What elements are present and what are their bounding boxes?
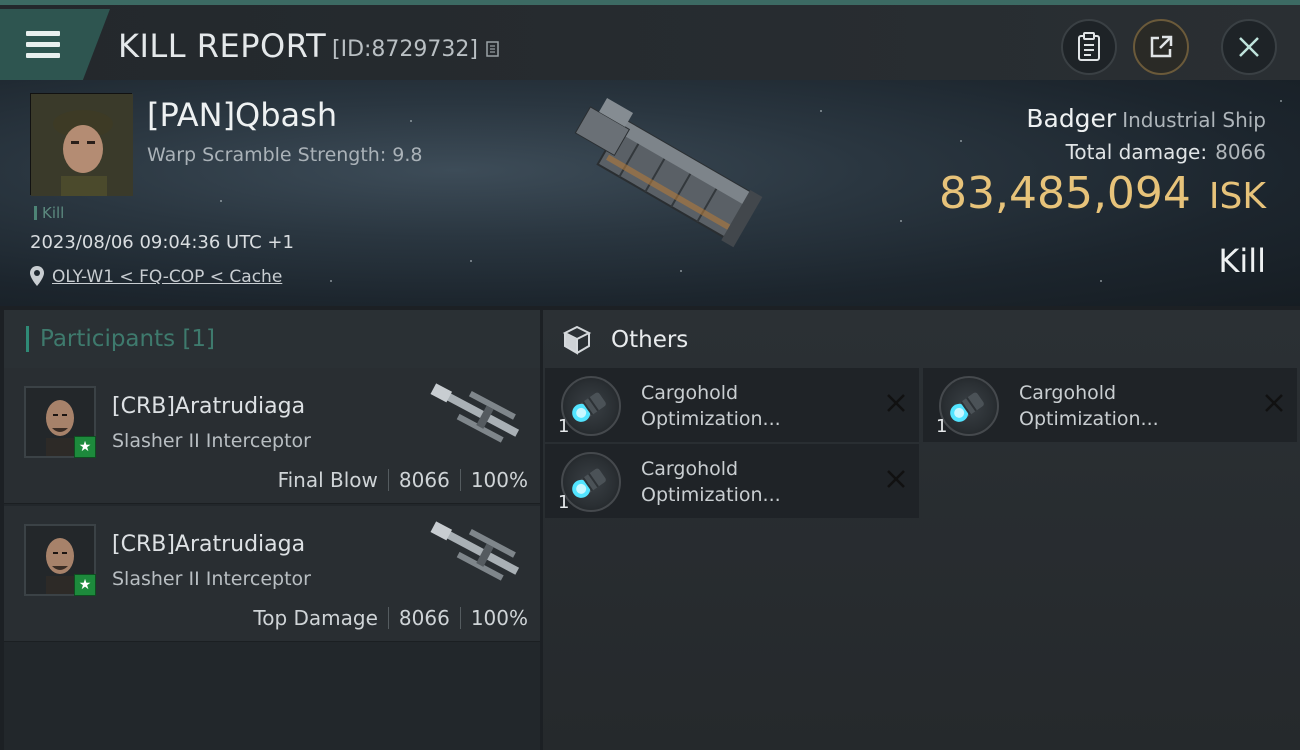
kill-timestamp: 2023/08/06 09:04:36 UTC +1 bbox=[30, 232, 294, 253]
star-icon: ★ bbox=[74, 574, 96, 596]
participant-portrait[interactable]: ★ bbox=[24, 386, 96, 458]
page-title: KILL REPORT bbox=[118, 27, 327, 65]
avatar bbox=[31, 94, 133, 196]
ship-info: Badger Industrial Ship bbox=[1026, 104, 1266, 133]
participants-header: Participants [1] bbox=[40, 326, 215, 352]
menu-button[interactable] bbox=[0, 9, 110, 81]
isk-amount: 83,485,094 bbox=[938, 168, 1191, 219]
total-damage-label: Total damage: bbox=[1065, 140, 1208, 164]
others-panel: Others 1 Cargohold Optimization... 1 Car… bbox=[543, 310, 1300, 750]
clipboard-icon bbox=[1078, 32, 1100, 61]
ship-image bbox=[574, 98, 763, 248]
cargohold-module-icon bbox=[939, 376, 999, 436]
ship-class: Industrial Ship bbox=[1122, 108, 1266, 132]
close-icon bbox=[1239, 37, 1259, 57]
destroyed-x-icon bbox=[887, 470, 905, 488]
report-id: [ID:8729732] bbox=[332, 37, 478, 62]
participant-role: Top Damage bbox=[253, 606, 378, 630]
others-header-bar: Others bbox=[543, 310, 1300, 368]
ship-icon bbox=[430, 383, 520, 443]
kill-result: Kill bbox=[1218, 242, 1266, 280]
item-slot[interactable]: 1 Cargohold Optimization... bbox=[545, 444, 919, 518]
participant-name[interactable]: [CRB]Aratrudiaga bbox=[112, 394, 305, 419]
others-header: Others bbox=[611, 327, 689, 353]
warp-scramble-strength: Warp Scramble Strength: 9.8 bbox=[147, 144, 423, 166]
header-bar: KILL REPORT [ID:8729732] bbox=[0, 0, 1300, 81]
cargohold-module-icon bbox=[561, 376, 621, 436]
participant-stats: Top Damage 8066 100% bbox=[253, 606, 528, 630]
participants-tab[interactable]: Participants [1] bbox=[4, 310, 540, 368]
participant-stats: Final Blow 8066 100% bbox=[278, 468, 528, 492]
item-name: Cargohold Optimization... bbox=[641, 458, 781, 506]
hamburger-icon bbox=[26, 31, 60, 59]
isk-unit: ISK bbox=[1208, 176, 1266, 217]
isk-value: 83,485,094 ISK bbox=[939, 168, 1266, 219]
item-quantity: 1 bbox=[936, 416, 948, 437]
participant-row[interactable]: ★ [CRB]Aratrudiaga Slasher II Intercepto… bbox=[4, 506, 540, 642]
participant-damage: 8066 bbox=[398, 468, 450, 492]
participant-damage: 8066 bbox=[398, 606, 450, 630]
clipboard-button[interactable] bbox=[1061, 19, 1117, 75]
location-link[interactable]: OLY-W1 < FQ-COP < Cache bbox=[52, 267, 282, 287]
destroyed-x-icon bbox=[1265, 394, 1283, 412]
total-damage-value: 8066 bbox=[1215, 140, 1266, 164]
ship-name[interactable]: Badger bbox=[1026, 104, 1116, 133]
participants-panel: Participants [1] ★ [CRB]Aratrudiaga Slas… bbox=[4, 310, 540, 750]
kill-summary: [PAN]Qbash Warp Scramble Strength: 9.8 K… bbox=[0, 80, 1300, 306]
tab-accent bbox=[26, 326, 29, 352]
item-name: Cargohold Optimization... bbox=[641, 382, 781, 430]
item-name: Cargohold Optimization... bbox=[1019, 382, 1159, 430]
destroyed-x-icon bbox=[887, 394, 905, 412]
participant-name[interactable]: [CRB]Aratrudiaga bbox=[112, 532, 305, 557]
ship-icon bbox=[430, 521, 520, 581]
location-pin-icon bbox=[30, 266, 44, 286]
total-damage: Total damage: 8066 bbox=[1066, 140, 1266, 164]
participant-percent: 100% bbox=[470, 468, 528, 492]
item-quantity: 1 bbox=[558, 492, 570, 513]
item-quantity: 1 bbox=[558, 416, 570, 437]
share-button[interactable] bbox=[1133, 19, 1189, 75]
kill-tag: Kill bbox=[34, 204, 64, 222]
cargohold-module-icon bbox=[561, 452, 621, 512]
participant-ship: Slasher II Interceptor bbox=[112, 430, 311, 452]
participant-role: Final Blow bbox=[277, 468, 378, 492]
participant-portrait[interactable]: ★ bbox=[24, 524, 96, 596]
participant-ship: Slasher II Interceptor bbox=[112, 568, 311, 590]
item-slot[interactable]: 1 Cargohold Optimization... bbox=[545, 368, 919, 442]
close-button[interactable] bbox=[1221, 19, 1277, 75]
victim-name[interactable]: [PAN]Qbash bbox=[147, 96, 337, 134]
victim-portrait[interactable] bbox=[30, 93, 133, 196]
participant-row[interactable]: ★ [CRB]Aratrudiaga Slasher II Intercepto… bbox=[4, 368, 540, 504]
item-slot[interactable]: 1 Cargohold Optimization... bbox=[923, 368, 1297, 442]
cube-icon bbox=[562, 325, 592, 355]
star-icon: ★ bbox=[74, 436, 96, 458]
copy-icon[interactable] bbox=[486, 41, 502, 59]
share-icon bbox=[1150, 35, 1173, 58]
participant-percent: 100% bbox=[470, 606, 528, 630]
